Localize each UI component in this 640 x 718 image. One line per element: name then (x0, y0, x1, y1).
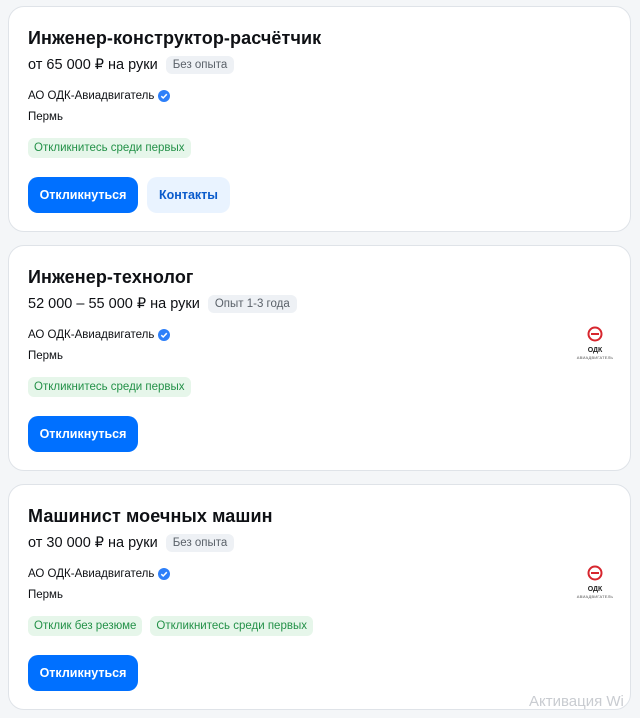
company-name[interactable]: АО ОДК-Авиадвигатель (28, 568, 154, 580)
vacancy-title[interactable]: Машинист моечных машин (28, 506, 273, 527)
vacancy-salary: 52 000 – 55 000 ₽ на руки (28, 296, 200, 312)
apply-button[interactable]: Откликнуться (28, 416, 138, 452)
vacancy-title[interactable]: Инженер-конструктор-расчётчик (28, 28, 321, 49)
vacancy-city: Пермь (28, 350, 63, 362)
windows-activation-watermark: Активация Wi (529, 693, 624, 710)
logo-text: ОДК (587, 586, 603, 593)
vacancy-salary: от 65 000 ₽ на руки (28, 57, 158, 73)
vacancy-city: Пермь (28, 111, 63, 123)
tag-respond-first: Откликнитесь среди первых (150, 616, 313, 636)
logo-subtext: АВИАДВИГАТЕЛЬ (576, 355, 614, 360)
verified-check-icon (158, 329, 171, 341)
company-logo[interactable]: ОДК АВИАДВИГАТЕЛЬ (573, 326, 617, 360)
logo-subtext: АВИАДВИГАТЕЛЬ (576, 594, 614, 599)
odk-logo-icon (587, 326, 603, 342)
apply-button[interactable]: Откликнуться (28, 655, 138, 691)
vacancy-salary: от 30 000 ₽ на руки (28, 535, 158, 551)
experience-badge: Без опыта (165, 56, 235, 74)
tag-no-resume: Отклик без резюме (28, 616, 143, 636)
logo-text: ОДК (587, 347, 603, 354)
company-logo[interactable]: ОДК АВИАДВИГАТЕЛЬ (573, 565, 617, 599)
tag-respond-first: Откликнитесь среди первых (28, 138, 191, 158)
apply-button[interactable]: Откликнуться (28, 177, 138, 213)
experience-badge: Опыт 1-3 года (207, 295, 297, 313)
contacts-button[interactable]: Контакты (147, 177, 230, 213)
verified-check-icon (158, 90, 171, 102)
tag-respond-first: Откликнитесь среди первых (28, 377, 191, 397)
verified-check-icon (158, 568, 171, 580)
vacancy-title[interactable]: Инженер-технолог (28, 267, 194, 288)
company-name[interactable]: АО ОДК-Авиадвигатель (28, 329, 154, 341)
experience-badge: Без опыта (165, 534, 235, 552)
company-name[interactable]: АО ОДК-Авиадвигатель (28, 90, 154, 102)
vacancy-card-1[interactable]: Инженер-конструктор-расчётчик от 65 000 … (8, 6, 631, 232)
vacancy-card-2[interactable]: Инженер-технолог 52 000 – 55 000 ₽ на ру… (8, 245, 631, 471)
vacancy-city: Пермь (28, 589, 63, 601)
odk-logo-icon (587, 565, 603, 581)
vacancy-card-3[interactable]: Машинист моечных машин от 30 000 ₽ на ру… (8, 484, 631, 710)
